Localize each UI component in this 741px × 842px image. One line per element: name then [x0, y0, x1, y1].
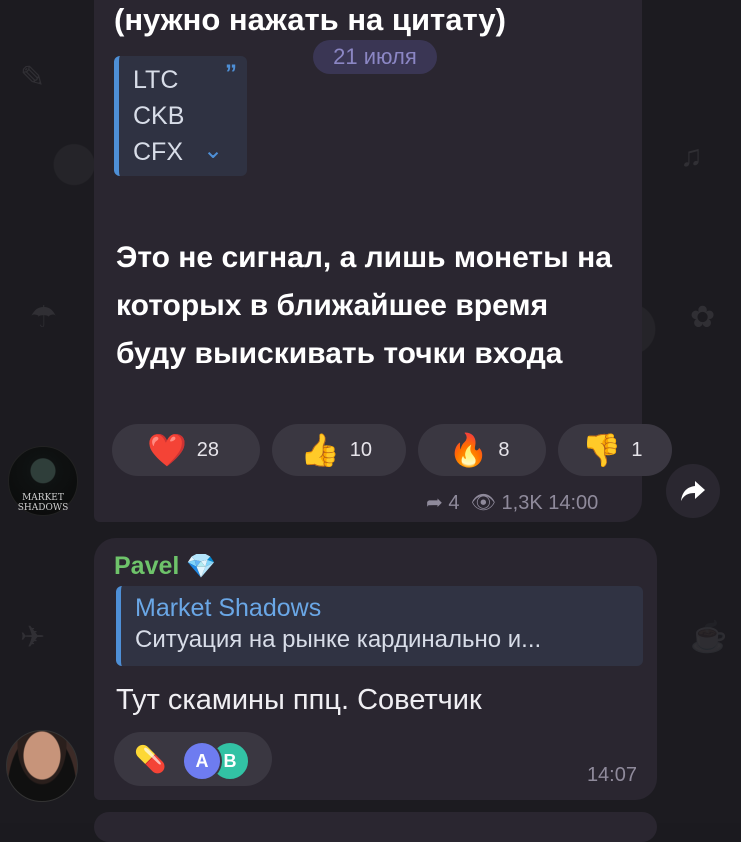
message-time: 14:00	[548, 492, 599, 514]
reply-arrow-icon: ➦	[426, 492, 443, 514]
pill-icon: 💊	[134, 744, 167, 774]
reaction-count: 8	[498, 438, 510, 461]
reaction-fire[interactable]: 🔥 8	[418, 424, 546, 476]
message-time: 14:07	[586, 764, 637, 786]
reaction-heart[interactable]: ❤️ 28	[112, 424, 260, 476]
sender-name[interactable]: Pavel	[114, 552, 179, 581]
forward-arrow-icon	[681, 481, 705, 501]
reply-preview[interactable]: Market Shadows Ситуация на рынке кардина…	[116, 586, 643, 666]
message-body: Тут скамины ппц. Советчик	[116, 684, 482, 716]
views-count: 1,3K	[501, 492, 543, 514]
message-meta: ➦ 4 👁 1,3K 14:00	[426, 490, 598, 515]
quote-block[interactable]: LTC CKB CFX ” ⌄	[114, 56, 247, 176]
fire-icon: 🔥	[448, 432, 489, 468]
doodle-icon: ♫	[680, 140, 703, 173]
diamond-icon: 💎	[186, 553, 216, 580]
quote-line: LTC	[133, 66, 179, 94]
reactor-avatar: А	[182, 741, 222, 781]
reaction-count: 28	[196, 438, 220, 461]
reply-snippet: Ситуация на рынке кардинально и...	[135, 626, 542, 653]
quote-lines: LTC CKB CFX	[133, 62, 184, 170]
reaction-thumbs-down[interactable]: 👎 1	[558, 424, 672, 476]
reply-message-bubble[interactable]: Pavel 💎 Market Shadows Ситуация на рынке…	[94, 538, 657, 800]
date-pill: 21 июля	[313, 40, 437, 74]
heart-icon: ❤️	[146, 432, 187, 468]
reaction-thumbs-up[interactable]: 👍 10	[272, 424, 406, 476]
channel-avatar-text: MARKET SHADOWS	[17, 493, 69, 513]
doodle-icon: ☕	[690, 621, 728, 654]
thumbs-down-icon: 👎	[581, 432, 622, 468]
doodle-icon: ✎	[20, 61, 46, 94]
reply-author: Market Shadows	[135, 594, 322, 622]
thumbs-up-icon: 👍	[299, 432, 340, 468]
replies-count: 4	[448, 492, 460, 514]
reaction-count: 10	[349, 438, 373, 461]
channel-avatar[interactable]: MARKET SHADOWS	[8, 446, 78, 516]
quote-icon: ”	[225, 60, 237, 87]
reactions-row: ❤️ 28 👍 10 🔥 8 👎 1	[112, 424, 672, 476]
doodle-icon: ✿	[690, 301, 716, 334]
doodle-icon: ✈	[20, 621, 46, 654]
quote-line: CKB	[133, 102, 185, 130]
chevron-down-icon[interactable]: ⌄	[203, 136, 223, 165]
reaction-count: 1	[631, 438, 643, 461]
quote-line: CFX	[133, 138, 183, 166]
next-message-bubble[interactable]	[94, 812, 657, 842]
user-avatar[interactable]	[6, 730, 78, 802]
eye-icon: 👁	[470, 492, 496, 514]
message-text-top: (нужно нажать на цитату)	[114, 2, 506, 37]
doodle-icon: ☂	[30, 301, 57, 334]
message-body: Это не сигнал, а лишь монеты на которых …	[116, 241, 612, 370]
reaction-pill[interactable]: 💊 А В	[114, 732, 272, 786]
forward-button[interactable]	[666, 464, 720, 518]
